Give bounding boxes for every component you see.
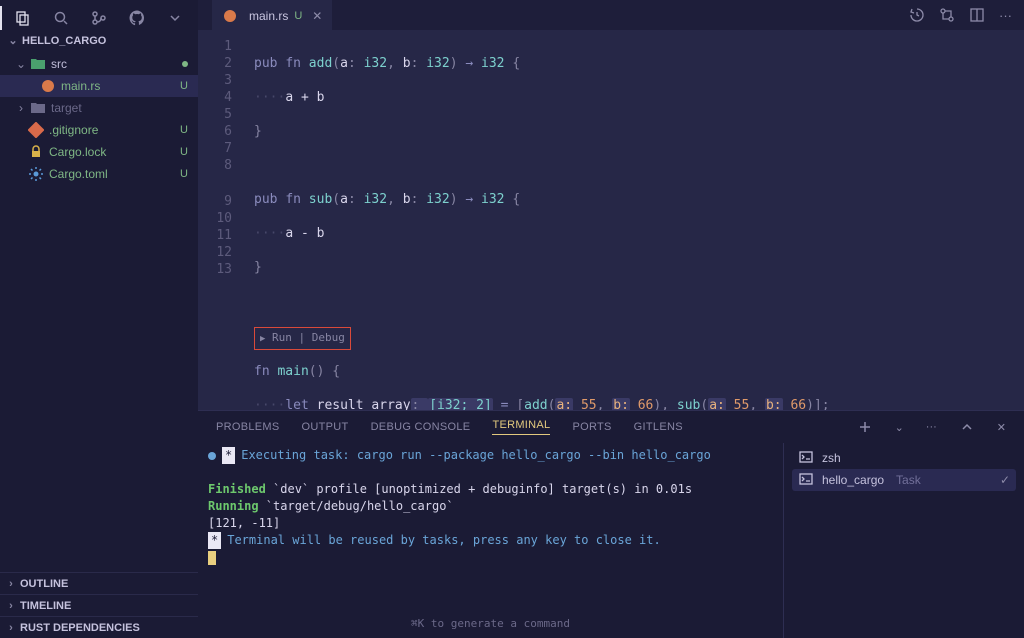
tree-folder-target[interactable]: › target <box>0 97 198 119</box>
tree-folder-src[interactable]: ⌄ src <box>0 53 198 75</box>
terminal-output[interactable]: *Executing task: cargo run --package hel… <box>198 443 784 638</box>
git-status-badge: U <box>180 168 188 180</box>
split-editor-icon[interactable] <box>969 7 985 23</box>
maximize-panel-icon[interactable] <box>959 419 975 435</box>
tree-label: target <box>51 101 82 115</box>
new-terminal-icon[interactable] <box>857 419 873 435</box>
close-tab-icon[interactable]: ✕ <box>312 9 322 23</box>
rust-deps-section[interactable]: ›RUST DEPENDENCIES <box>0 616 198 638</box>
tree-label: Cargo.toml <box>49 167 108 181</box>
git-status-badge: U <box>180 124 188 136</box>
terminal-list-hello-cargo[interactable]: hello_cargo Task ✓ <box>792 469 1016 491</box>
diff-icon[interactable] <box>939 7 955 23</box>
panel-tab-terminal[interactable]: TERMINAL <box>492 419 550 435</box>
tree-file-main-rs[interactable]: main.rs U <box>0 75 198 97</box>
tree-label: src <box>51 57 67 71</box>
folder-icon <box>30 100 46 116</box>
outline-section[interactable]: ›OUTLINE <box>0 572 198 594</box>
tree-label: .gitignore <box>49 123 98 137</box>
editor-tab-main-rs[interactable]: main.rs U ✕ <box>212 0 332 30</box>
git-status-badge: U <box>180 146 188 158</box>
panel-tab-gitlens[interactable]: GITLENS <box>634 421 683 433</box>
git-status-badge: U <box>294 10 302 22</box>
tree-file-cargo-lock[interactable]: Cargo.lock U <box>0 141 198 163</box>
modified-dot-icon <box>182 61 188 67</box>
terminal-cursor <box>208 551 216 565</box>
panel-tab-ports[interactable]: PORTS <box>572 421 611 433</box>
tree-label: main.rs <box>61 79 100 93</box>
explorer-header[interactable]: ⌄ HELLO_CARGO <box>0 30 198 51</box>
project-name: HELLO_CARGO <box>22 35 106 47</box>
terminal-list-zsh[interactable]: zsh <box>792 447 1016 469</box>
close-panel-icon[interactable]: ✕ <box>997 421 1006 434</box>
explorer-icon[interactable] <box>12 7 34 29</box>
tree-file-gitignore[interactable]: .gitignore U <box>0 119 198 141</box>
chevron-down-icon: ⌄ <box>6 34 20 47</box>
search-icon[interactable] <box>50 7 72 29</box>
terminal-dropdown-icon[interactable]: ⌄ <box>895 421 904 434</box>
rust-file-icon <box>40 78 56 94</box>
panel-tab-output[interactable]: OUTPUT <box>302 421 349 433</box>
folder-icon <box>30 56 46 72</box>
more-icon[interactable]: ··· <box>926 421 937 433</box>
terminal-icon <box>798 449 814 468</box>
terminal-icon <box>798 471 814 490</box>
github-icon[interactable] <box>126 7 148 29</box>
panel-tab-debug-console[interactable]: DEBUG CONSOLE <box>371 421 471 433</box>
task-indicator-icon <box>208 452 216 460</box>
command-hint: ⌘K to generate a command <box>411 615 570 632</box>
line-gutter: 12345678 910111213 <box>198 30 246 410</box>
check-icon: ✓ <box>1000 473 1010 487</box>
timeline-section[interactable]: ›TIMELINE <box>0 594 198 616</box>
git-file-icon <box>28 122 44 138</box>
code-editor[interactable]: pub fn add(a: i32, b: i32) → i32 { ····a… <box>246 30 1024 410</box>
tree-file-cargo-toml[interactable]: Cargo.toml U <box>0 163 198 185</box>
tree-label: Cargo.lock <box>49 145 106 159</box>
chevron-right-icon: › <box>14 101 28 115</box>
tab-filename: main.rs <box>249 9 288 23</box>
rust-file-icon <box>222 8 238 24</box>
more-icon[interactable]: ··· <box>999 8 1012 23</box>
run-debug-codelens[interactable]: ▶ Run | Debug <box>254 327 351 350</box>
git-status-badge: U <box>180 80 188 92</box>
chevron-down-icon: ⌄ <box>14 57 28 71</box>
panel-tab-problems[interactable]: PROBLEMS <box>216 421 280 433</box>
source-control-icon[interactable] <box>88 7 110 29</box>
history-icon[interactable] <box>909 7 925 23</box>
lock-file-icon <box>28 144 44 160</box>
chevron-down-icon[interactable] <box>164 7 186 29</box>
gear-file-icon <box>28 166 44 182</box>
